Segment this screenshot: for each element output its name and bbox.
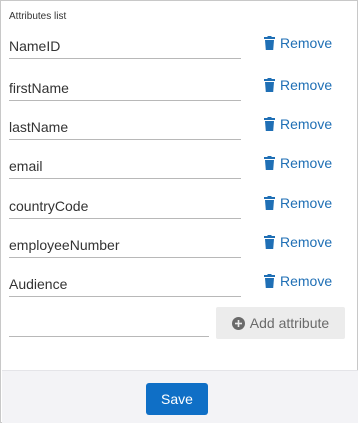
remove-label: Remove (280, 195, 333, 211)
attributes-panel: Attributes list NameID Remove firstName … (0, 0, 358, 423)
attribute-row: Audience Remove (9, 271, 349, 301)
new-attribute-input[interactable] (9, 307, 209, 337)
attribute-field[interactable]: countryCode (9, 193, 241, 219)
trash-icon (264, 117, 275, 131)
remove-button[interactable]: Remove (264, 116, 332, 132)
section-title: Attributes list (9, 11, 67, 22)
add-attribute-label: Add attribute (249, 315, 330, 331)
attribute-row: countryCode Remove (9, 193, 349, 223)
remove-button[interactable]: Remove (264, 195, 332, 211)
remove-button[interactable]: Remove (264, 35, 332, 51)
trash-icon (264, 36, 275, 50)
trash-icon (264, 196, 275, 210)
plus-circle-icon (231, 316, 245, 330)
remove-button[interactable]: Remove (264, 155, 332, 171)
remove-label: Remove (280, 77, 333, 93)
remove-label: Remove (280, 116, 333, 132)
remove-label: Remove (280, 234, 333, 250)
remove-label: Remove (280, 273, 333, 289)
new-attribute-row: Add attribute (9, 307, 349, 341)
save-button[interactable]: Save (146, 383, 208, 415)
remove-button[interactable]: Remove (264, 234, 332, 250)
trash-icon (264, 235, 275, 249)
remove-button[interactable]: Remove (264, 77, 332, 93)
attribute-field[interactable]: email (9, 153, 241, 179)
attribute-field[interactable]: lastName (9, 114, 241, 140)
trash-icon (264, 156, 275, 170)
attribute-field[interactable]: employeeNumber (9, 232, 241, 258)
attribute-field[interactable]: firstName (9, 75, 241, 101)
remove-label: Remove (280, 35, 333, 51)
footer-bar: Save (2, 370, 358, 423)
trash-icon (264, 274, 275, 288)
attribute-field[interactable]: NameID (9, 33, 241, 59)
attribute-row: employeeNumber Remove (9, 232, 349, 262)
add-attribute-button[interactable]: Add attribute (216, 307, 345, 339)
attribute-field[interactable]: Audience (9, 271, 241, 297)
attribute-row: email Remove (9, 153, 349, 183)
remove-label: Remove (280, 155, 333, 171)
attribute-row: lastName Remove (9, 114, 349, 144)
attribute-row: NameID Remove (9, 33, 349, 63)
trash-icon (264, 78, 275, 92)
attribute-row: firstName Remove (9, 75, 349, 105)
remove-button[interactable]: Remove (264, 273, 332, 289)
